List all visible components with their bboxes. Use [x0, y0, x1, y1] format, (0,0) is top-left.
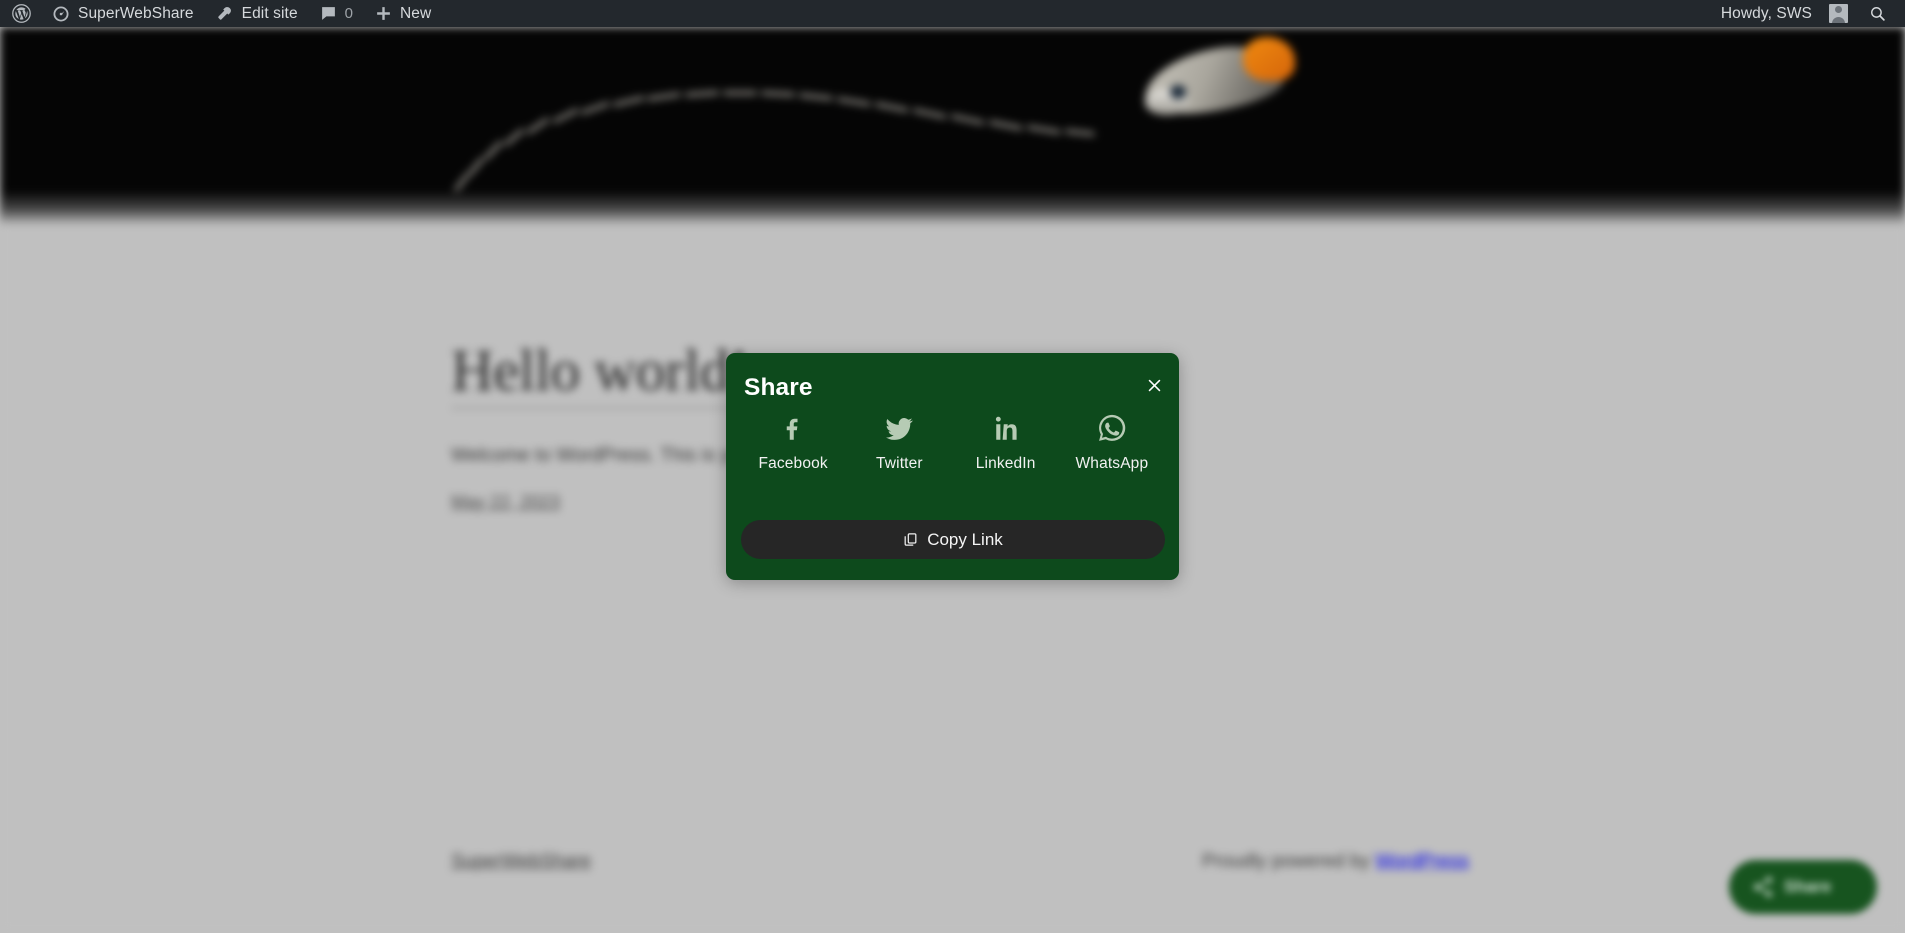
plus-icon — [375, 5, 392, 22]
share-whatsapp-label: WhatsApp — [1075, 455, 1149, 472]
share-modal-header: Share — [726, 353, 1179, 415]
adminbar-howdy-label: Howdy, SWS — [1720, 4, 1812, 22]
avatar — [1829, 4, 1848, 23]
twitter-bird-icon — [883, 410, 915, 444]
share-linkedin-button[interactable]: LinkedIn — [953, 410, 1059, 490]
adminbar-comments-count: 0 — [344, 5, 354, 22]
wordpress-logo-icon — [12, 4, 31, 23]
bird-eye — [1170, 85, 1186, 99]
facebook-icon — [778, 410, 808, 444]
adminbar-site-name-label: SuperWebShare — [78, 4, 194, 22]
copy-link-button[interactable]: Copy Link — [741, 520, 1165, 559]
adminbar-edit-site-label: Edit site — [241, 4, 298, 22]
hammer-icon — [216, 5, 234, 23]
footer-site-link[interactable]: SuperWebShare — [451, 851, 591, 873]
adminbar-my-account[interactable]: Howdy, SWS — [1709, 0, 1858, 27]
share-facebook-button[interactable]: Facebook — [740, 410, 846, 490]
floating-share-button[interactable]: Share — [1729, 860, 1877, 914]
page-title: Hello world! — [451, 336, 749, 409]
share-facebook-label: Facebook — [758, 455, 828, 472]
adminbar-comments[interactable]: 0 — [309, 0, 364, 27]
linkedin-icon — [991, 410, 1021, 444]
search-icon — [1869, 5, 1886, 22]
share-modal: Share Facebook Twitter LinkedIn WhatsApp… — [726, 353, 1179, 580]
footer-credit-prefix: Proudly powered by — [1202, 851, 1376, 872]
adminbar-new-label: New — [400, 4, 432, 22]
dotted-trail — [453, 57, 1175, 197]
adminbar-search-button[interactable] — [1858, 0, 1897, 27]
dashboard-gauge-icon — [52, 5, 70, 23]
adminbar-edit-site[interactable]: Edit site — [205, 0, 309, 27]
bird-beak — [1243, 37, 1295, 81]
copy-icon — [903, 532, 918, 547]
comment-bubble-icon — [320, 5, 337, 22]
share-twitter-label: Twitter — [876, 455, 923, 472]
close-icon[interactable] — [1141, 372, 1167, 398]
adminbar-right-group: Howdy, SWS — [1709, 0, 1905, 27]
share-linkedin-label: LinkedIn — [975, 455, 1036, 472]
footer-wordpress-link[interactable]: WordPress — [1375, 851, 1469, 872]
floating-share-label: Share — [1784, 877, 1832, 896]
hero-image — [0, 27, 1905, 225]
social-share-row: Facebook Twitter LinkedIn WhatsApp — [740, 410, 1165, 490]
share-modal-title: Share — [744, 374, 813, 401]
copy-link-label: Copy Link — [927, 529, 1003, 549]
post-date[interactable]: May 22, 2023 — [451, 492, 560, 513]
wp-admin-bar: SuperWebShare Edit site 0 New Howdy, SWS — [0, 0, 1905, 27]
share-whatsapp-button[interactable]: WhatsApp — [1059, 410, 1165, 490]
share-nodes-icon — [1751, 875, 1775, 899]
adminbar-new-content[interactable]: New — [364, 0, 442, 27]
adminbar-wordpress-logo[interactable] — [0, 0, 41, 27]
share-twitter-button[interactable]: Twitter — [846, 410, 952, 490]
whatsapp-icon — [1096, 410, 1128, 444]
footer-credit: Proudly powered by WordPress — [1202, 851, 1469, 873]
adminbar-site-name[interactable]: SuperWebShare — [41, 0, 205, 27]
